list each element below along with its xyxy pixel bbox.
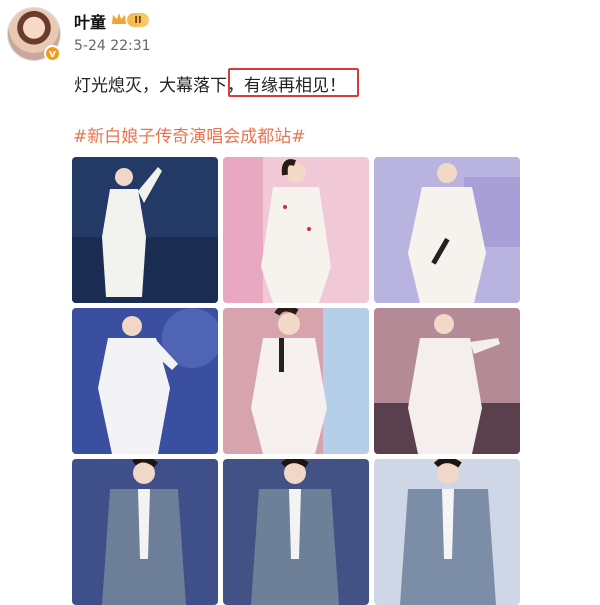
hashtag-link[interactable]: #新白娘子传奇演唱会成都站#	[73, 122, 306, 147]
level-badge[interactable]: II	[127, 13, 149, 27]
photo-9[interactable]	[374, 459, 520, 605]
photo-7[interactable]	[72, 459, 218, 605]
photo-4[interactable]	[72, 308, 218, 454]
highlight-annotation-box	[228, 68, 359, 97]
crown-icon	[112, 13, 126, 24]
photo-1[interactable]	[72, 157, 218, 303]
photo-5[interactable]	[223, 308, 369, 454]
photo-6[interactable]	[374, 308, 520, 454]
photo-2[interactable]	[223, 157, 369, 303]
verified-badge-icon: v	[44, 45, 61, 62]
photo-8[interactable]	[223, 459, 369, 605]
username[interactable]: 叶童	[74, 9, 106, 33]
post-text-main: 灯光熄灭，大幕落下，	[74, 76, 244, 96]
post-timestamp[interactable]: 5-24 22:31	[74, 38, 151, 54]
photo-3[interactable]	[374, 157, 520, 303]
